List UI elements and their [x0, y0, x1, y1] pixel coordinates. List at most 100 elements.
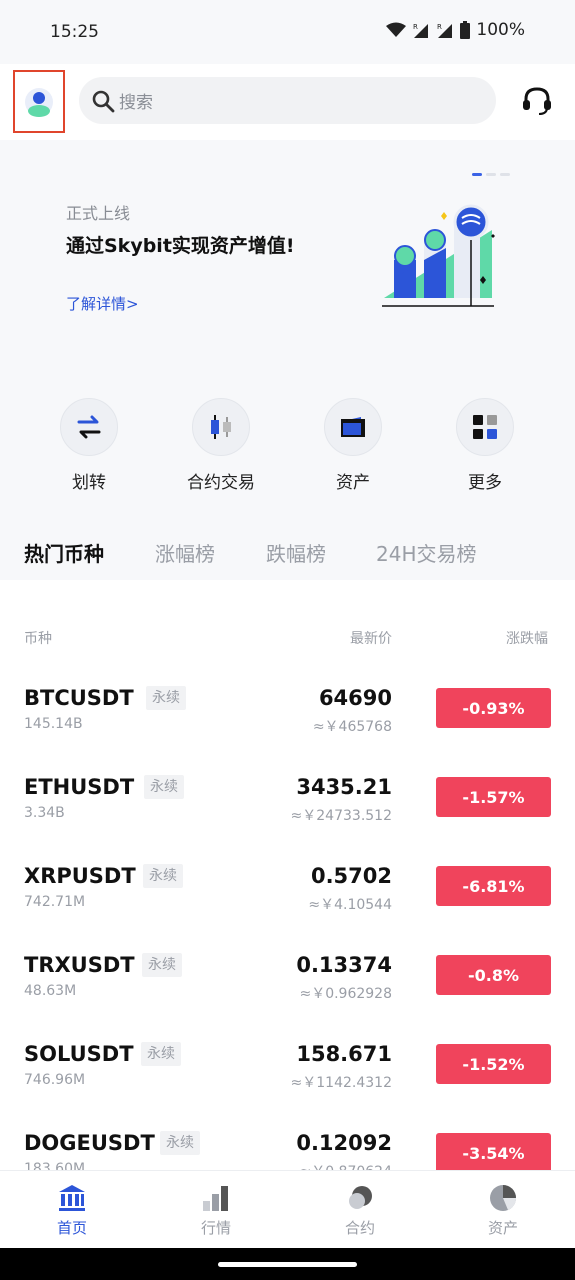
user-avatar-icon	[25, 87, 53, 117]
price-cny: ≈￥1142.4312	[290, 1075, 392, 1091]
banner-subtitle: 正式上线	[66, 204, 131, 223]
column-header-coin: 币种	[24, 631, 52, 647]
battery-icon	[460, 21, 471, 39]
market-tabs: 热门币种 涨幅榜 跌幅榜 24H交易榜	[0, 538, 575, 578]
nav-item-home[interactable]: 首页	[22, 1183, 122, 1238]
nav-item-contract[interactable]: 合约	[310, 1183, 410, 1238]
change-badge[interactable]: -6.81%	[436, 866, 551, 906]
coin-symbol: ETHUSDT	[24, 775, 135, 799]
perpetual-tag: 永续	[144, 775, 184, 799]
search-icon	[92, 90, 115, 112]
pie-icon	[490, 1185, 516, 1211]
tab-losers[interactable]: 跌幅榜	[266, 538, 326, 567]
price-cny: ≈￥465768	[312, 719, 392, 735]
table-row[interactable]: BTCUSDT 永续 145.14B 64690 ≈￥465768 -0.93%	[0, 686, 575, 775]
coin-symbol: XRPUSDT	[24, 864, 136, 888]
quick-action-label: 划转	[72, 473, 106, 493]
nav-item-market[interactable]: 行情	[166, 1183, 266, 1238]
table-row[interactable]: XRPUSDT 永续 742.71M 0.5702 ≈￥4.10544 -6.8…	[0, 864, 575, 953]
table-row[interactable]: SOLUSDT 永续 746.96M 158.671 ≈￥1142.4312 -…	[0, 1042, 575, 1131]
svg-text:R: R	[437, 23, 442, 31]
change-badge[interactable]: -1.57%	[436, 777, 551, 817]
system-gesture-bar	[0, 1248, 575, 1280]
signal-icon: R	[437, 23, 453, 38]
tab-24h-volume[interactable]: 24H交易榜	[376, 538, 477, 567]
banner-learn-more-link[interactable]: 了解详情>	[66, 293, 139, 314]
headset-icon[interactable]	[520, 86, 554, 116]
nav-item-assets[interactable]: 资产	[453, 1183, 553, 1238]
transfer-icon	[77, 415, 101, 439]
bank-icon	[59, 1185, 85, 1211]
candlestick-icon	[211, 415, 231, 439]
avatar[interactable]	[13, 70, 65, 133]
quick-action-contract-trade[interactable]: 合约交易	[161, 398, 281, 493]
wifi-icon	[386, 22, 407, 37]
search-placeholder: 搜索	[119, 93, 153, 113]
price-cny: ≈￥4.10544	[308, 897, 392, 913]
quick-action-more[interactable]: 更多	[425, 398, 545, 493]
banner-carousel-dots	[472, 173, 510, 176]
change-badge[interactable]: -1.52%	[436, 1044, 551, 1084]
perpetual-tag: 永续	[141, 1042, 181, 1066]
quick-action-assets[interactable]: 资产	[293, 398, 413, 493]
coin-symbol: DOGEUSDT	[24, 1131, 155, 1155]
perpetual-tag: 永续	[146, 686, 186, 710]
contract-icon	[349, 1186, 372, 1209]
nav-label: 资产	[487, 1219, 518, 1237]
status-bar: 15:25 R R 100%	[0, 0, 575, 64]
nav-label: 行情	[200, 1219, 231, 1237]
table-row[interactable]: DOGEUSDT 永续 183.60M 0.12092 ≈￥0.870624 -…	[0, 1131, 575, 1170]
quick-action-icon-wrap	[456, 398, 514, 456]
quick-action-transfer[interactable]: 划转	[29, 398, 149, 493]
latest-price: 64690	[318, 686, 392, 710]
svg-text:R: R	[413, 23, 418, 31]
search-input[interactable]: 搜索	[79, 77, 496, 124]
top-header: 搜索	[0, 64, 575, 140]
price-cny: ≈￥0.962928	[299, 986, 392, 1002]
quick-action-icon-wrap	[60, 398, 118, 456]
battery-level: 100%	[476, 20, 525, 40]
latest-price: 158.671	[296, 1042, 392, 1066]
tab-gainers[interactable]: 涨幅榜	[155, 538, 215, 567]
wallet-icon	[341, 417, 365, 437]
quick-action-icon-wrap	[324, 398, 382, 456]
latest-price: 0.13374	[296, 953, 392, 977]
bottom-nav: 首页 行情 合约 资产	[0, 1170, 575, 1248]
coin-symbol: SOLUSDT	[24, 1042, 134, 1066]
quick-action-icon-wrap	[192, 398, 250, 456]
coin-volume: 3.34B	[24, 805, 65, 821]
quick-actions: 划转 合约交易 资产 更多	[0, 398, 575, 498]
perpetual-tag: 永续	[143, 864, 183, 888]
table-row[interactable]: ETHUSDT 永续 3.34B 3435.21 ≈￥24733.512 -1.…	[0, 775, 575, 864]
carousel-dot	[486, 173, 496, 176]
signal-icon: R	[413, 23, 429, 38]
table-row[interactable]: TRXUSDT 永续 48.63M 0.13374 ≈￥0.962928 -0.…	[0, 953, 575, 1042]
change-badge[interactable]: -0.8%	[436, 955, 551, 995]
coin-volume: 145.14B	[24, 716, 83, 732]
column-header-price: 最新价	[350, 631, 392, 647]
coin-volume: 48.63M	[24, 983, 77, 999]
change-badge[interactable]: -0.93%	[436, 688, 551, 728]
perpetual-tag: 永续	[160, 1131, 200, 1155]
coin-volume: 746.96M	[24, 1072, 86, 1088]
perpetual-tag: 永续	[142, 953, 182, 977]
banner-title: 通过Skybit实现资产增值!	[66, 235, 295, 257]
status-time: 15:25	[50, 22, 99, 42]
change-badge[interactable]: -3.54%	[436, 1133, 551, 1170]
grid-more-icon	[473, 415, 497, 439]
latest-price: 0.12092	[296, 1131, 392, 1155]
price-cny: ≈￥24733.512	[290, 808, 392, 824]
latest-price: 0.5702	[310, 864, 392, 888]
quick-action-label: 资产	[336, 473, 370, 493]
market-list: 币种 最新价 涨跌幅 BTCUSDT 永续 145.14B 64690 ≈￥46…	[0, 580, 575, 1170]
market-bars-icon	[203, 1186, 228, 1211]
status-icons: R R 100%	[386, 20, 525, 40]
carousel-dot	[472, 173, 482, 176]
coin-symbol: BTCUSDT	[24, 686, 134, 710]
home-indicator[interactable]	[218, 1262, 357, 1267]
column-header-change: 涨跌幅	[506, 631, 548, 647]
nav-label: 首页	[56, 1219, 87, 1237]
tab-hot-coins[interactable]: 热门币种	[24, 538, 104, 567]
carousel-dot	[500, 173, 510, 176]
quick-action-label: 合约交易	[187, 473, 255, 493]
